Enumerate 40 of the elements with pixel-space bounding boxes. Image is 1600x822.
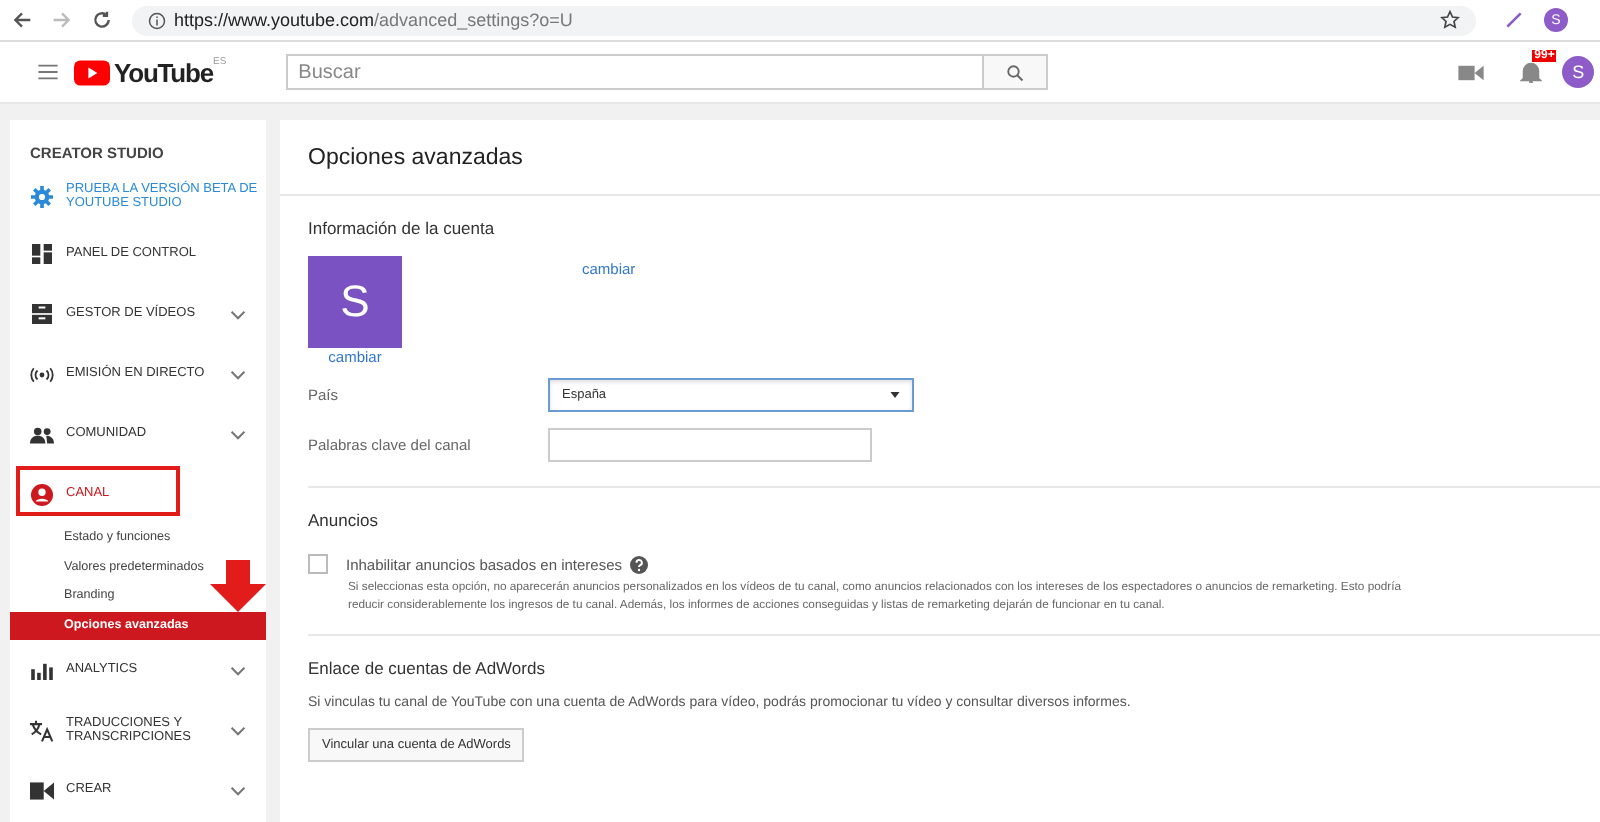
- reload-icon[interactable]: [92, 10, 112, 30]
- search-button[interactable]: [984, 54, 1049, 90]
- info-icon: [148, 11, 166, 29]
- broadcast-icon: [30, 365, 54, 383]
- dashboard-icon: [30, 244, 54, 264]
- video-camera-icon[interactable]: [1458, 63, 1485, 81]
- chevron-down-icon: [230, 309, 246, 319]
- camera-icon: [30, 781, 54, 799]
- section-heading: Enlace de cuentas de AdWords: [308, 658, 547, 678]
- chevron-down-icon: [230, 785, 246, 795]
- people-icon: [30, 425, 54, 443]
- chevron-down-icon: [230, 429, 246, 439]
- chevron-down-icon: [230, 725, 246, 735]
- channel-avatar: S: [308, 256, 402, 348]
- star-icon[interactable]: [1440, 10, 1460, 30]
- back-icon[interactable]: [12, 10, 32, 30]
- translate-icon: [30, 719, 54, 741]
- logo-wordmark[interactable]: YouTube: [114, 57, 213, 87]
- user-circle-icon: [30, 483, 54, 505]
- section-heading: Información de la cuenta: [308, 218, 497, 238]
- search-field[interactable]: Buscar: [286, 54, 985, 90]
- keywords-field[interactable]: [548, 428, 872, 462]
- region-label: ES: [212, 56, 227, 68]
- account-avatar[interactable]: S: [1562, 56, 1595, 88]
- search-icon: [1006, 63, 1025, 81]
- bell-icon[interactable]: [1520, 60, 1543, 84]
- pen-icon[interactable]: [1504, 10, 1524, 30]
- bar-chart-icon: [30, 661, 54, 679]
- gear-icon: [30, 185, 54, 207]
- address-bar[interactable]: https://www.youtube.com/advanced_settings?o=U: [132, 5, 1476, 35]
- page-title: Opciones avanzadas: [280, 120, 1600, 196]
- section-heading: Anuncios: [308, 510, 380, 530]
- dropdown-caret-icon: [890, 392, 900, 398]
- help-icon[interactable]: [630, 555, 649, 573]
- checkbox[interactable]: [308, 554, 328, 574]
- play-logo-icon[interactable]: [74, 59, 110, 85]
- menu-icon[interactable]: [38, 64, 58, 80]
- drawer-icon: [30, 304, 54, 324]
- chevron-down-icon: [230, 369, 246, 379]
- chevron-down-icon: [230, 665, 246, 675]
